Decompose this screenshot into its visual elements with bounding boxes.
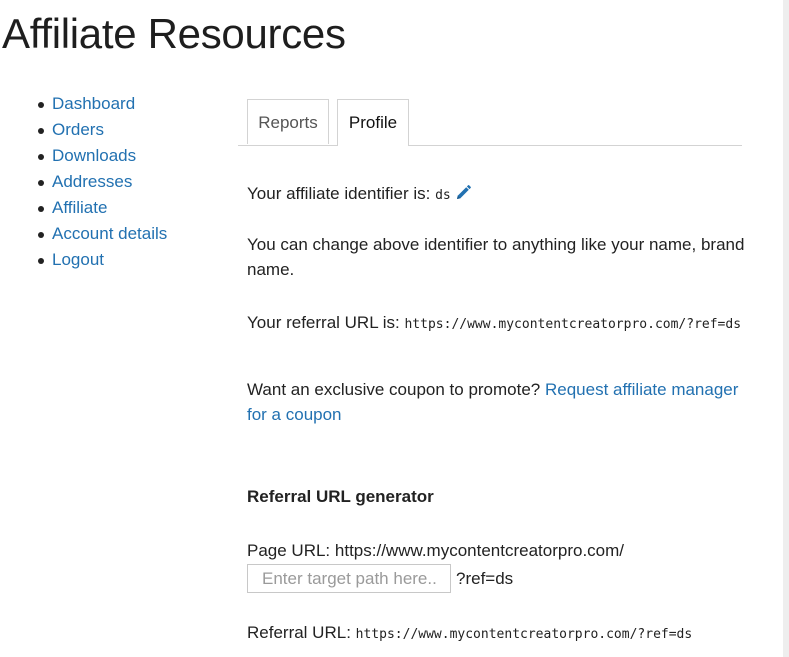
affiliate-tabs: Reports Profile: [238, 99, 742, 146]
pencil-icon[interactable]: [454, 184, 472, 202]
coupon-text: Want an exclusive coupon to promote?: [247, 380, 541, 399]
referral-url-line: Your referral URL is: https://www.mycont…: [247, 310, 757, 337]
nav-link-logout[interactable]: Logout: [52, 250, 104, 269]
nav-link-orders[interactable]: Orders: [52, 120, 104, 139]
generator-title: Referral URL generator: [247, 487, 434, 506]
generated-url-value: https://www.mycontentcreatorpro.com/?ref…: [355, 627, 693, 642]
page-scroll-edge: [783, 0, 789, 657]
nav-item-dashboard: Dashboard: [36, 92, 167, 118]
nav-item-downloads: Downloads: [36, 144, 167, 170]
tab-reports[interactable]: Reports: [247, 99, 329, 144]
page-title: Affiliate Resources: [2, 10, 346, 57]
tab-profile[interactable]: Profile: [337, 99, 409, 146]
nav-link-affiliate[interactable]: Affiliate: [52, 198, 107, 217]
identifier-hint: You can change above identifier to anyth…: [247, 235, 745, 279]
nav-link-dashboard[interactable]: Dashboard: [52, 94, 135, 113]
ref-suffix: ?ref=ds: [456, 569, 514, 588]
coupon-line: Want an exclusive coupon to promote? Req…: [247, 377, 757, 427]
referral-url-label: Your referral URL is:: [247, 313, 400, 332]
generated-url-line: Referral URL: https://www.mycontentcreat…: [247, 620, 757, 647]
nav-item-addresses: Addresses: [36, 170, 167, 196]
nav-link-downloads[interactable]: Downloads: [52, 146, 136, 165]
account-navigation: Dashboard Orders Downloads Addresses Aff…: [36, 92, 167, 274]
nav-item-orders: Orders: [36, 118, 167, 144]
nav-link-addresses[interactable]: Addresses: [52, 172, 132, 191]
nav-item-account-details: Account details: [36, 222, 167, 248]
page-url-line: Page URL: https://www.mycontentcreatorpr…: [247, 538, 757, 563]
nav-item-logout: Logout: [36, 248, 167, 274]
page-url-label: Page URL:: [247, 541, 331, 560]
affiliate-identifier-line: Your affiliate identifier is: ds: [247, 181, 757, 208]
nav-link-account-details[interactable]: Account details: [52, 224, 167, 243]
nav-item-affiliate: Affiliate: [36, 196, 167, 222]
target-path-input[interactable]: [247, 564, 451, 593]
identifier-label: Your affiliate identifier is:: [247, 184, 431, 203]
generated-url-label: Referral URL:: [247, 623, 351, 642]
referral-url-value: https://www.mycontentcreatorpro.com/?ref…: [404, 317, 742, 332]
identifier-value: ds: [435, 188, 451, 203]
page-url-value: https://www.mycontentcreatorpro.com/: [334, 541, 625, 560]
